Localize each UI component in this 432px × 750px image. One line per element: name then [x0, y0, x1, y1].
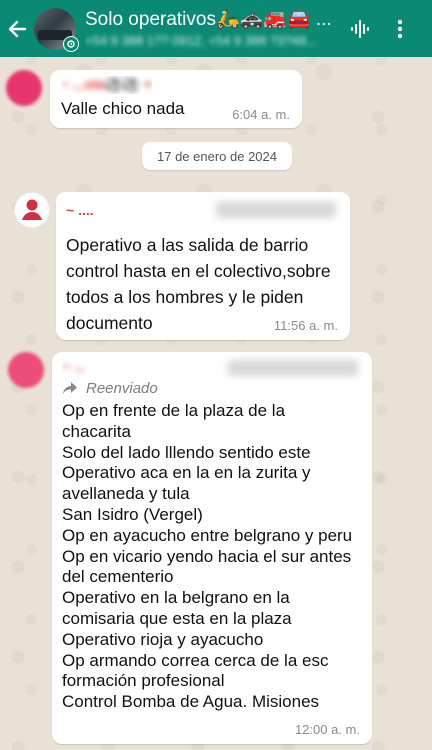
message-text: Valle chico nada	[61, 99, 185, 118]
group-avatar[interactable]	[34, 7, 79, 52]
message-bubble[interactable]: ~ .... Operativo a las salida de barrio …	[56, 192, 350, 340]
community-icon	[63, 35, 79, 52]
forwarded-label: Reenviado	[86, 379, 158, 397]
chat-title: Solo operativos🛵🚓🚒🚘 ...	[85, 8, 332, 30]
redacted-phone	[216, 202, 336, 218]
message-bubble[interactable]: ~ ...ola⚽⚽ + Valle chico nada 6:04 a. m.	[50, 70, 302, 128]
message-time: 11:56 a. m.	[273, 318, 338, 333]
redacted-phone	[228, 360, 358, 376]
back-arrow-icon	[8, 20, 27, 37]
sender-avatar[interactable]	[14, 192, 50, 228]
forward-icon	[63, 382, 77, 394]
sender-name: ~ ....	[66, 202, 94, 218]
date-divider: 17 de enero de 2024	[142, 142, 292, 170]
message-time: 6:04 a. m.	[232, 107, 290, 122]
sender-avatar[interactable]	[8, 352, 44, 388]
more-vert-icon	[397, 19, 403, 38]
sender-name: ~ ...	[62, 358, 86, 374]
sender-avatar[interactable]	[6, 70, 42, 106]
voice-wave-icon	[351, 19, 369, 38]
sender-name: ~ ...ola⚽⚽ +	[61, 76, 152, 92]
chat-header: Solo operativos🛵🚓🚒🚘 ... +54 9 388 1?? 09…	[0, 0, 432, 57]
message-time: 12:00 a. m.	[294, 722, 360, 737]
back-button[interactable]	[0, 0, 34, 57]
message-bubble[interactable]: ~ ... Reenviado Op en frente de la plaza…	[52, 352, 372, 744]
chat-participants: +54 9 388 1?? 0912, +54 9 388 ?3?48...	[85, 32, 318, 48]
message-text: Op en frente de la plaza de la chacarita…	[62, 401, 353, 712]
voice-chat-button[interactable]	[340, 0, 380, 57]
more-options-button[interactable]	[380, 0, 420, 57]
default-avatar-icon	[15, 193, 49, 227]
chat-title-block[interactable]: Solo operativos🛵🚓🚒🚘 ... +54 9 388 1?? 09…	[85, 8, 340, 50]
forwarded-indicator: Reenviado	[62, 378, 158, 398]
